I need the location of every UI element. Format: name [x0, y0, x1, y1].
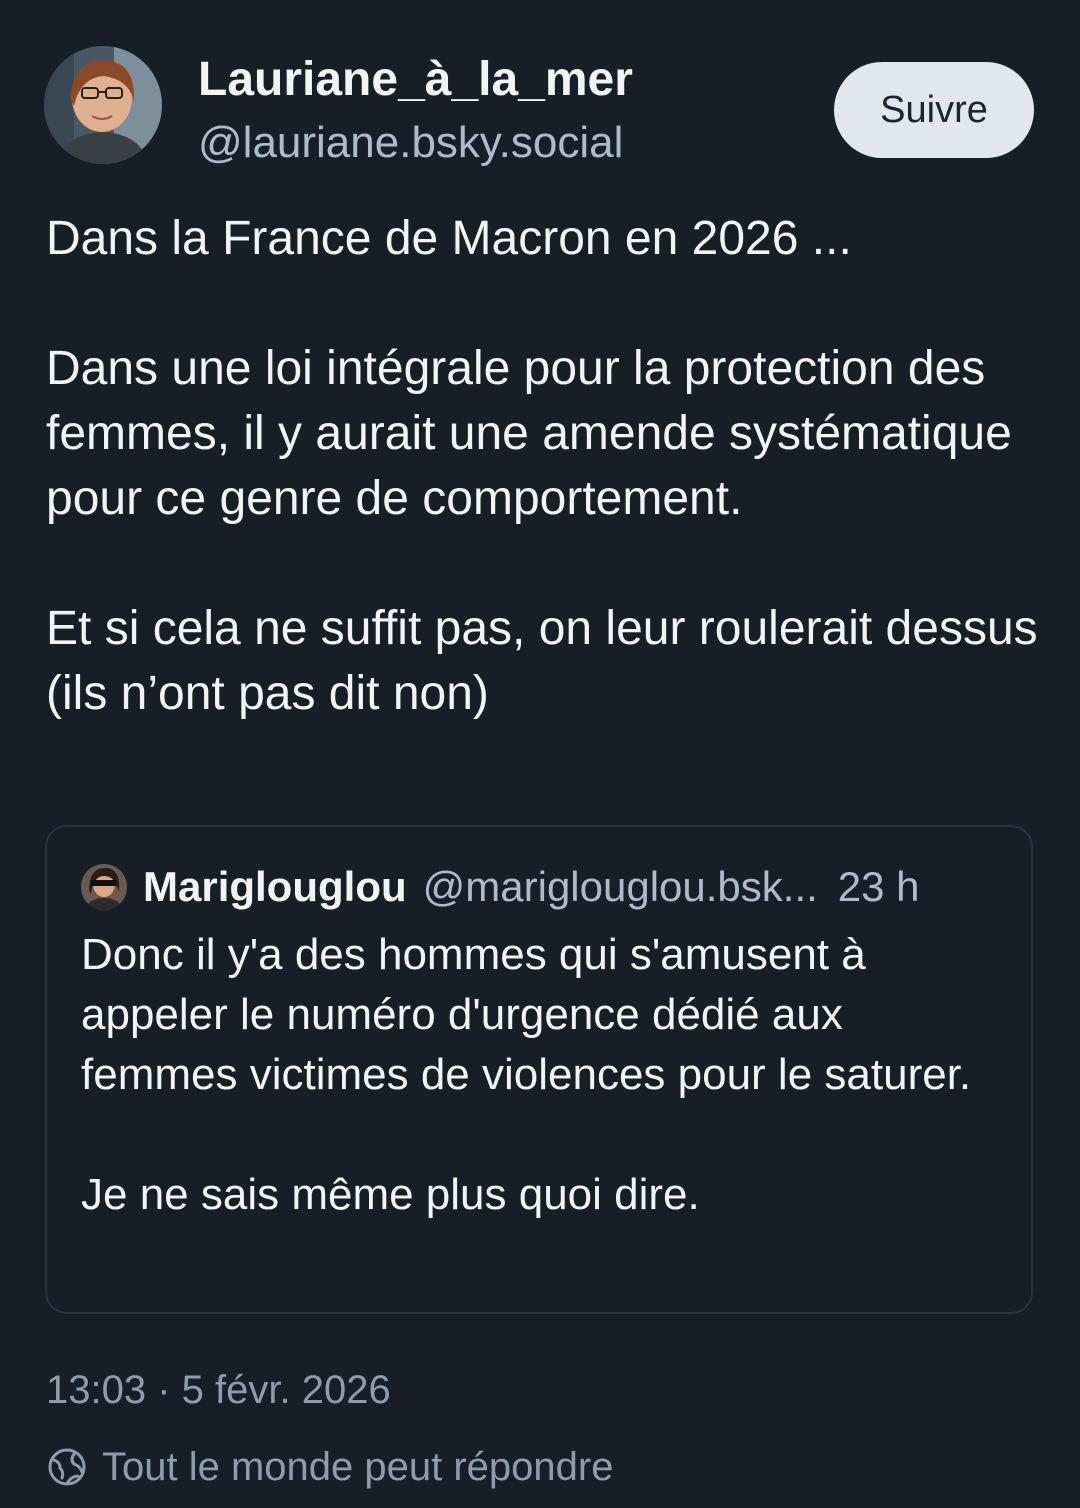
author-display-name[interactable]: Lauriane_à_la_mer [198, 52, 633, 107]
post-body: Dans la France de Macron en 2026 ... Dan… [46, 206, 1046, 726]
quoted-post-header: Mariglouglou @mariglouglou.bsk... 23 h [81, 863, 1011, 911]
quoted-post-time: 23 h [837, 863, 920, 910]
post-paragraph: Dans la France de Macron en 2026 ... [46, 212, 852, 265]
quoted-paragraph: Donc il y'a des hommes qui s'amusent à a… [81, 930, 972, 1099]
follow-button[interactable]: Suivre [834, 62, 1034, 158]
quoted-author-handle[interactable]: @mariglouglou.bsk... [423, 863, 818, 911]
quoted-paragraph: Je ne sais même plus quoi dire. [81, 1170, 700, 1219]
reply-setting-label: Tout le monde peut répondre [102, 1444, 614, 1489]
globe-icon [46, 1446, 88, 1488]
reply-setting[interactable]: Tout le monde peut répondre [46, 1442, 613, 1492]
quoted-post-body: Donc il y'a des hommes qui s'amusent à a… [81, 925, 1001, 1225]
post-paragraph: Dans une loi intégrale pour la protectio… [46, 342, 1012, 525]
post-timestamp: 13:03 · 5 févr. 2026 [46, 1368, 391, 1412]
quoted-author-name[interactable]: Mariglouglou [143, 863, 407, 911]
author-handle[interactable]: @lauriane.bsky.social [198, 118, 623, 168]
quoted-post-card[interactable]: Mariglouglou @mariglouglou.bsk... 23 h D… [45, 825, 1033, 1314]
post-thread: Lauriane_à_la_mer @lauriane.bsky.social … [0, 0, 1080, 1508]
post-paragraph: Et si cela ne suffit pas, on leur rouler… [46, 602, 1038, 720]
quoted-avatar-photo [81, 864, 127, 910]
author-avatar[interactable] [44, 46, 162, 164]
avatar-photo [44, 46, 162, 164]
quoted-author-avatar[interactable] [81, 864, 127, 910]
